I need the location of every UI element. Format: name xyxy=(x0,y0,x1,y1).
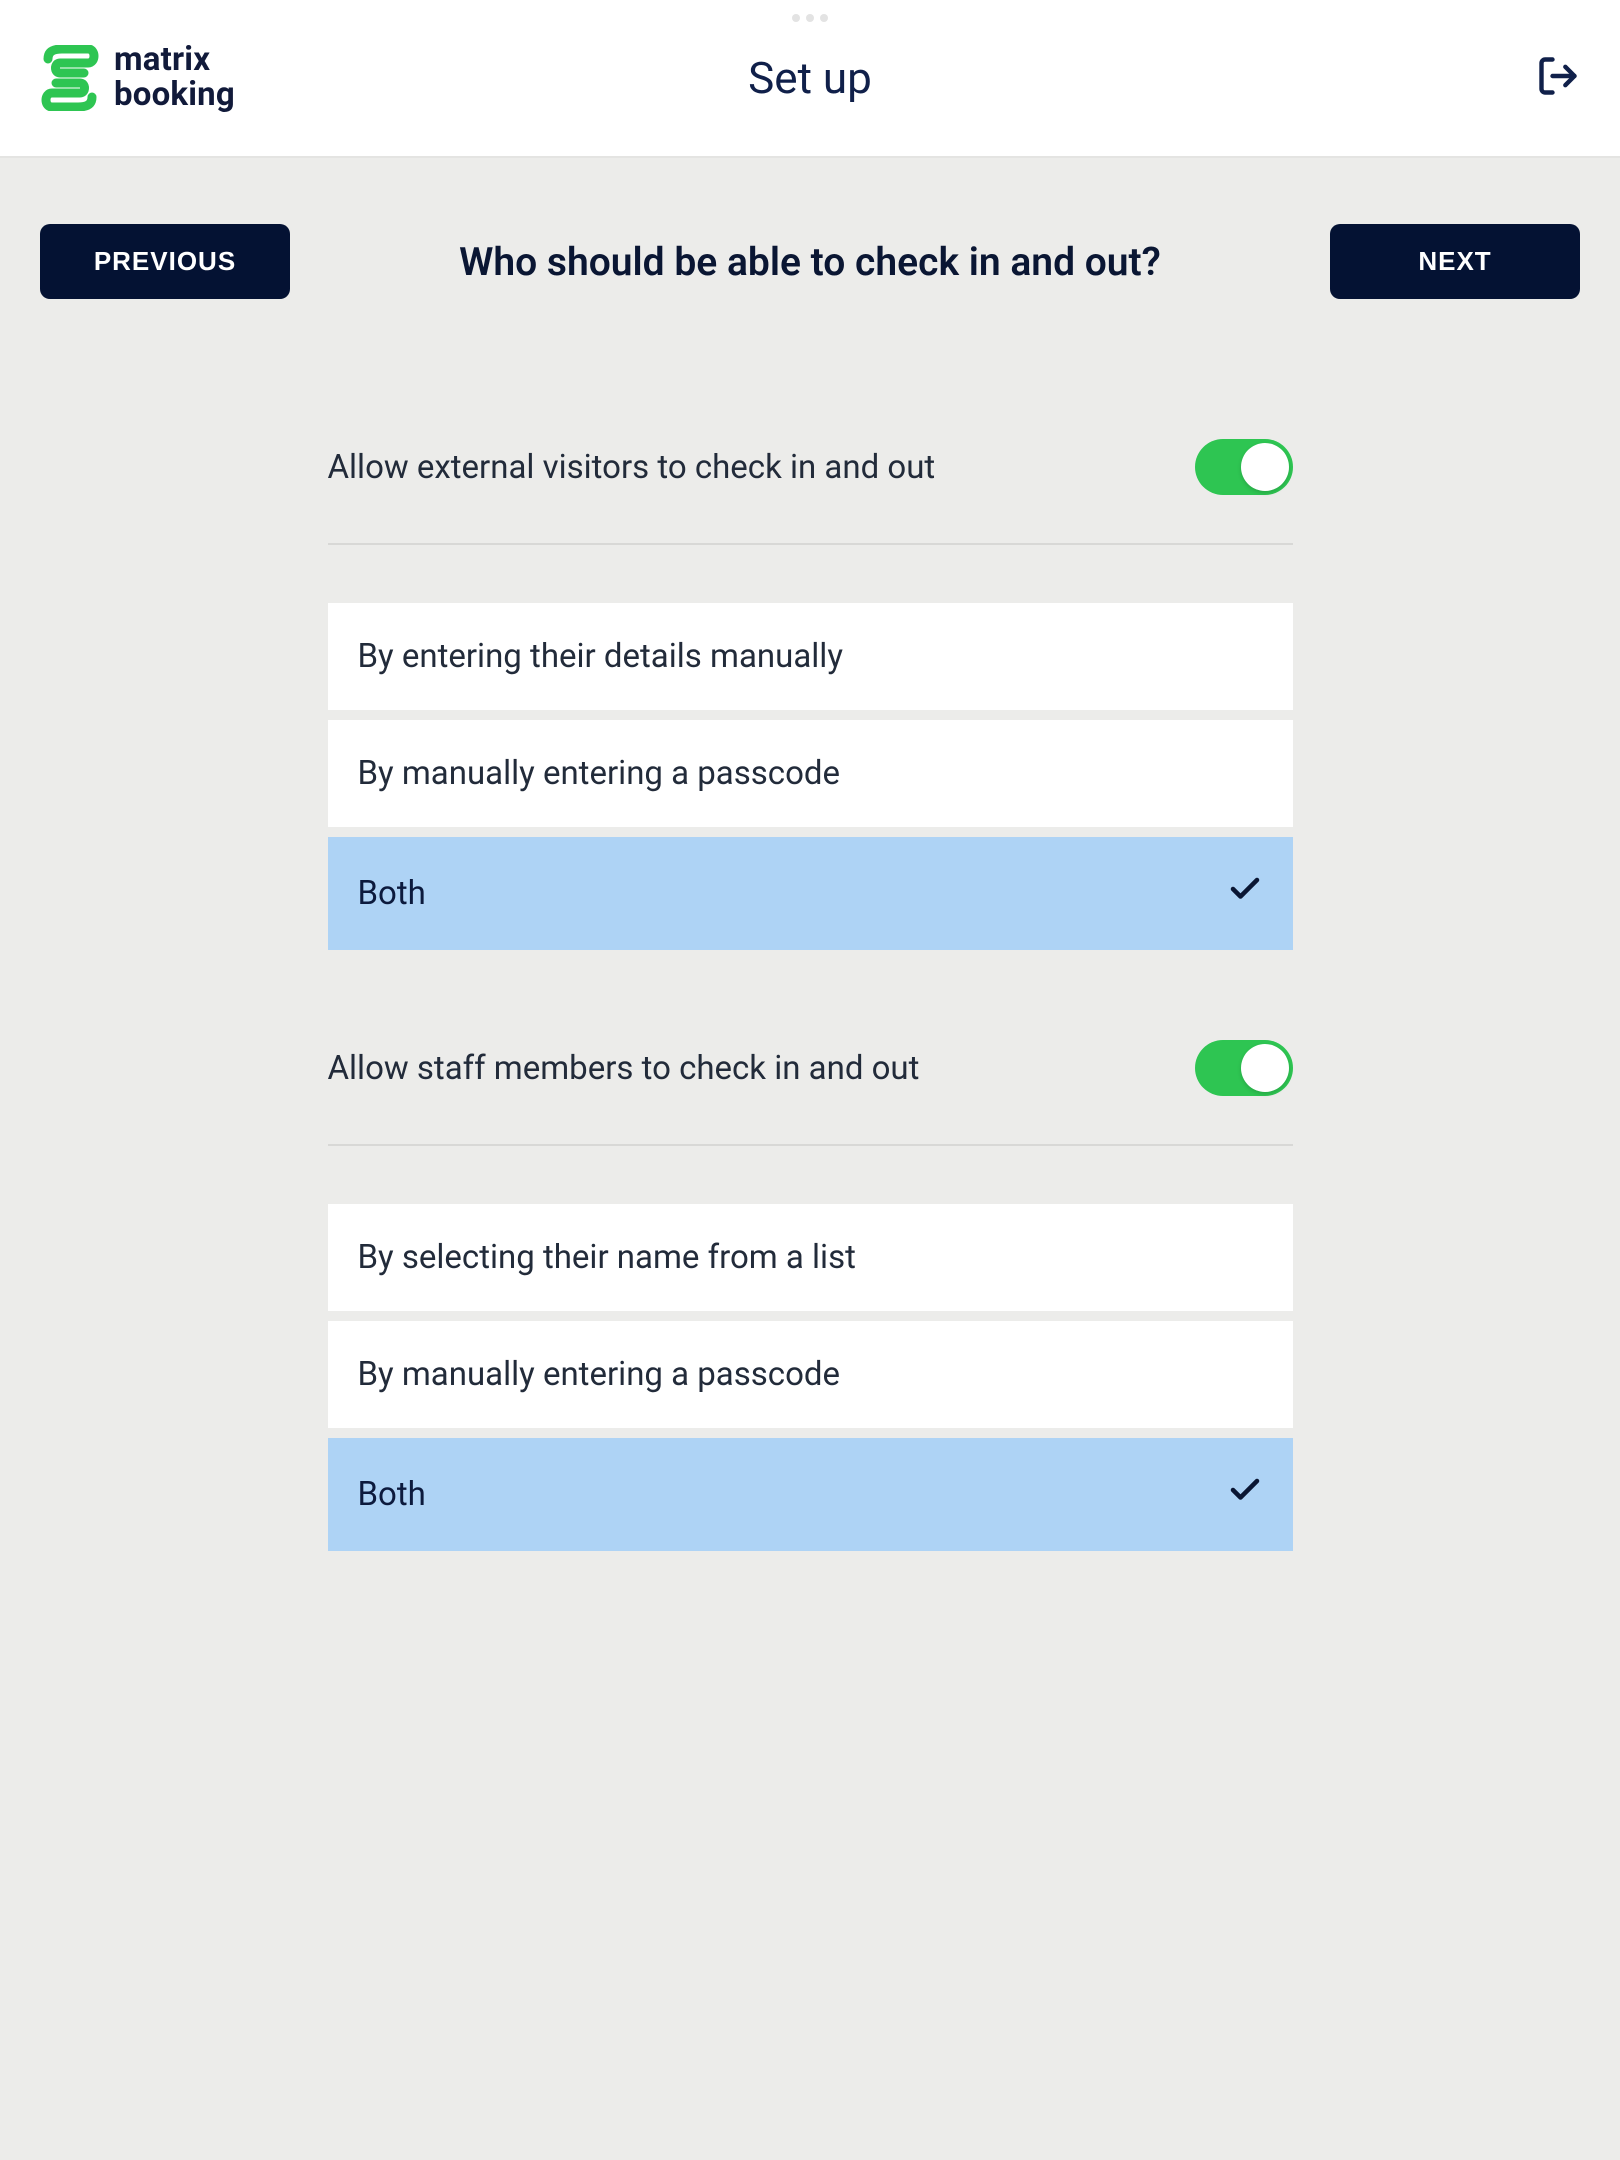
visitors-toggle[interactable] xyxy=(1195,439,1293,495)
previous-button[interactable]: PREVIOUS xyxy=(40,224,290,299)
app-header: matrix booking Set up xyxy=(0,0,1620,158)
visitors-option-manual-details[interactable]: By entering their details manually xyxy=(328,603,1293,710)
matrix-booking-logo-icon xyxy=(40,45,100,111)
brand-logo: matrix booking xyxy=(40,43,235,112)
check-icon xyxy=(1227,1472,1263,1517)
visitors-option-list: By entering their details manually By ma… xyxy=(328,603,1293,950)
visitors-toggle-row: Allow external visitors to check in and … xyxy=(328,439,1293,545)
staff-option-list: By selecting their name from a list By m… xyxy=(328,1204,1293,1551)
option-label: By entering their details manually xyxy=(358,637,843,676)
option-label: By selecting their name from a list xyxy=(358,1238,856,1277)
brand-name: matrix booking xyxy=(114,43,235,112)
staff-toggle-label: Allow staff members to check in and out xyxy=(328,1049,920,1088)
next-button[interactable]: NEXT xyxy=(1330,224,1580,299)
wizard-question: Who should be able to check in and out? xyxy=(310,239,1310,285)
staff-option-name-list[interactable]: By selecting their name from a list xyxy=(328,1204,1293,1311)
toggle-knob xyxy=(1241,1044,1289,1092)
form-panel: Allow external visitors to check in and … xyxy=(328,299,1293,1551)
page-title: Set up xyxy=(748,52,872,104)
visitors-option-passcode[interactable]: By manually entering a passcode xyxy=(328,720,1293,827)
option-label: Both xyxy=(358,1475,426,1514)
exit-icon[interactable] xyxy=(1536,54,1580,102)
content-area: PREVIOUS Who should be able to check in … xyxy=(0,158,1620,1551)
drag-handle-dots xyxy=(792,14,828,22)
visitors-toggle-label: Allow external visitors to check in and … xyxy=(328,448,936,487)
brand-line2: booking xyxy=(114,78,235,113)
staff-toggle-row: Allow staff members to check in and out xyxy=(328,1040,1293,1146)
staff-option-passcode[interactable]: By manually entering a passcode xyxy=(328,1321,1293,1428)
option-label: By manually entering a passcode xyxy=(358,754,841,793)
option-label: Both xyxy=(358,874,426,913)
option-label: By manually entering a passcode xyxy=(358,1355,841,1394)
check-icon xyxy=(1227,871,1263,916)
wizard-nav-row: PREVIOUS Who should be able to check in … xyxy=(0,224,1620,299)
brand-line1: matrix xyxy=(114,43,235,78)
staff-option-both[interactable]: Both xyxy=(328,1438,1293,1551)
toggle-knob xyxy=(1241,443,1289,491)
visitors-option-both[interactable]: Both xyxy=(328,837,1293,950)
staff-toggle[interactable] xyxy=(1195,1040,1293,1096)
